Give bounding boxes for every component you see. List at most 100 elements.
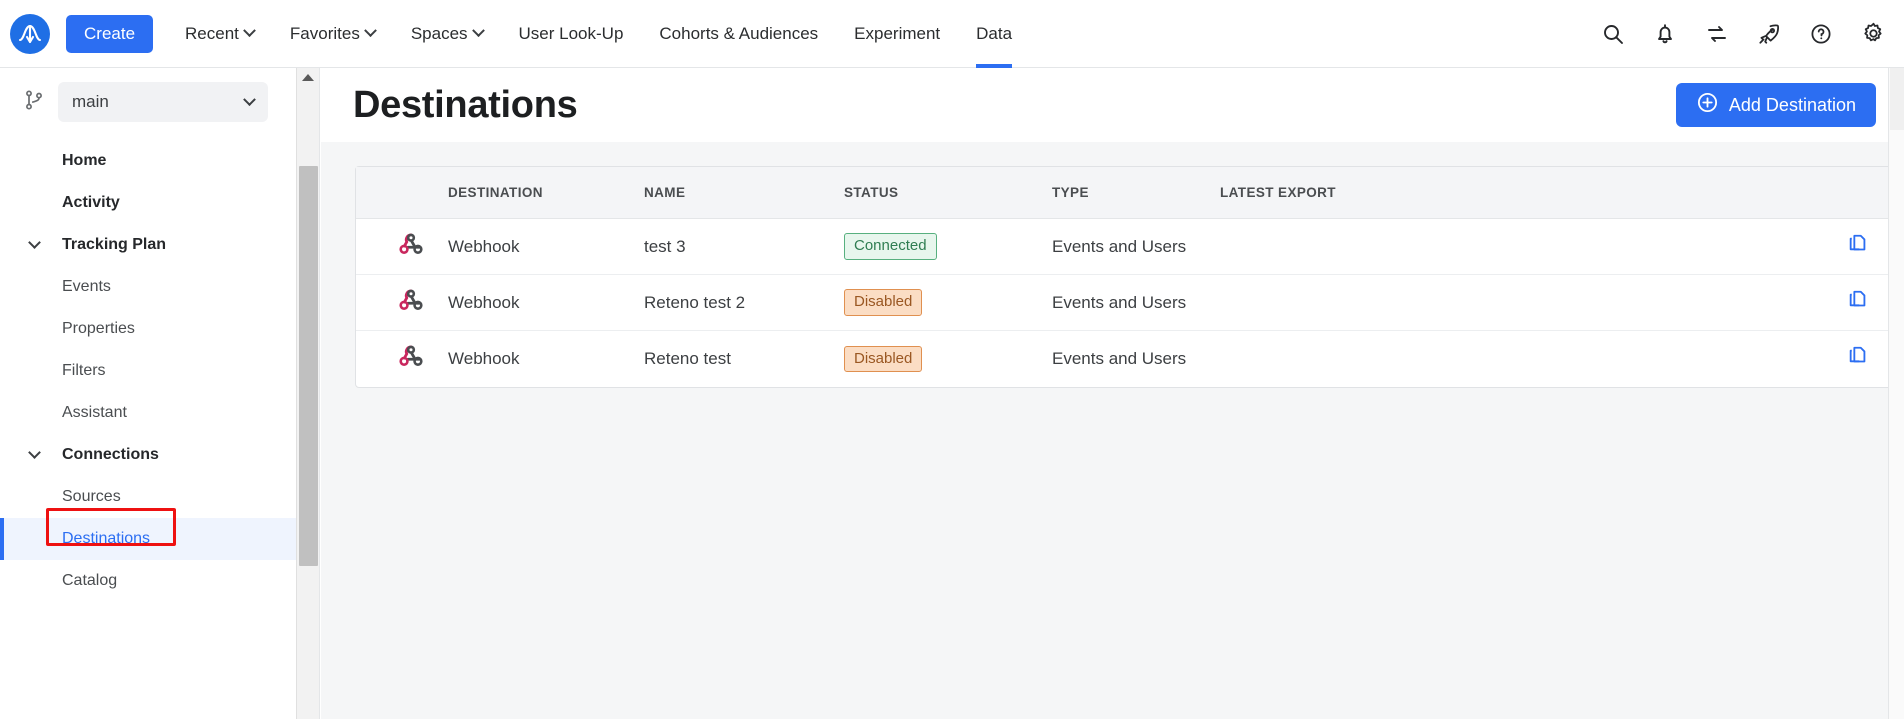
table-header: DESTINATION NAME STATUS TYPE LATEST EXPO… [356,167,1894,219]
nav-item-label: Experiment [854,23,941,43]
add-destination-button[interactable]: Add Destination [1675,83,1876,127]
sidebar-item-label: Activity [62,194,120,211]
sidebar-item-label: Catalog [62,572,118,589]
chevron-down-icon [28,446,41,459]
cell-name: Reteno test 2 [644,274,844,331]
main-scrollbar-thumb[interactable] [1890,68,1904,130]
table-row[interactable]: Webhook Reteno test 2 Disabled Events an… [356,274,1894,331]
sidebar-item-home[interactable]: Home [0,140,319,182]
sidebar-item-label: Filters [62,362,106,379]
add-destination-label: Add Destination [1728,94,1856,115]
column-header-spacer [356,167,448,219]
nav-item-user-look-up[interactable]: User Look-Up [501,0,642,68]
nav-item-label: Favorites [289,23,360,43]
rocket-icon[interactable] [1756,21,1782,47]
column-header-actions [1822,167,1894,219]
cell-name: Reteno test [644,348,731,368]
status-badge: Disabled [844,345,923,372]
cell-type: Events and Users [1052,274,1220,331]
top-nav-icon-group [1600,21,1886,47]
sidebar-item-activity[interactable]: Activity [0,182,319,224]
chevron-down-icon [243,24,256,38]
cell-actions [1822,274,1894,331]
plus-circle-icon [1696,91,1719,119]
main-scrollbar[interactable] [1888,68,1904,719]
sidebar-item-sources[interactable]: Sources [0,476,319,518]
table-body: Webhook test 3 Connected Events and User… [356,218,1894,387]
sidebar-item-label: Home [62,152,107,169]
destinations-table-card: DESTINATION NAME STATUS TYPE LATEST EXPO… [355,166,1895,388]
sidebar-item-filters[interactable]: Filters [0,350,319,392]
cell-actions [1822,331,1894,387]
destinations-table: DESTINATION NAME STATUS TYPE LATEST EXPO… [356,167,1894,387]
sidebar-item-connections[interactable]: Connections [0,434,319,476]
chevron-down-icon [471,24,485,38]
sidebar-item-events[interactable]: Events [0,266,319,308]
cell-type: Events and Users [1052,218,1220,275]
help-icon[interactable] [1808,21,1834,47]
sidebar-scrollbar[interactable] [296,68,319,719]
branch-select[interactable]: main [58,82,268,122]
copy-icon[interactable] [1847,289,1869,311]
nav-item-label: Data [976,23,1013,43]
sidebar-nav-list: Home Activity Tracking Plan Events Prope… [0,140,319,602]
cell-actions [1822,218,1894,275]
table-row[interactable]: Webhook Reteno test Disabled Events and … [356,331,1894,387]
sidebar-item-label: Assistant [62,404,127,421]
column-header-type[interactable]: TYPE [1052,167,1220,219]
nav-item-label: Cohorts & Audiences [659,23,819,43]
sidebar-item-label: Destinations [62,530,151,547]
sidebar-item-label: Tracking Plan [62,236,167,253]
column-header-destination[interactable]: DESTINATION [448,167,644,219]
nav-item-recent[interactable]: Recent [167,0,272,68]
git-branch-icon [22,88,46,117]
cell-destination: Webhook [448,274,644,331]
sidebar-item-label: Sources [62,488,121,505]
sidebar-item-label: Events [62,278,111,295]
bell-icon[interactable] [1652,21,1678,47]
sidebar-item-properties[interactable]: Properties [0,308,319,350]
column-header-latest-export[interactable]: LATEST EXPORT [1220,167,1822,219]
cell-destination: Webhook [448,218,644,275]
scroll-up-arrow-icon[interactable] [302,74,314,81]
cell-latest-export [1220,218,1822,275]
sidebar-scrollbar-thumb[interactable] [299,166,318,566]
nav-item-cohorts-and-audiences[interactable]: Cohorts & Audiences [641,0,836,68]
chevron-down-icon [363,24,377,38]
copy-icon[interactable] [1847,233,1869,255]
column-header-name[interactable]: NAME [644,167,844,219]
create-button[interactable]: Create [66,14,154,53]
sidebar-item-assistant[interactable]: Assistant [0,392,319,434]
nav-item-favorites[interactable]: Favorites [272,0,393,68]
chevron-down-icon [28,236,41,249]
cell-status: Disabled [844,274,1052,331]
primary-nav-items: Recent Favorites Spaces User Look-Up Coh… [167,0,1030,68]
nav-item-experiment[interactable]: Experiment [836,0,958,68]
table-header-row: DESTINATION NAME STATUS TYPE LATEST EXPO… [356,167,1894,219]
webhook-icon [356,274,448,331]
transfer-icon[interactable] [1704,21,1730,47]
nav-item-label: Spaces [410,23,468,43]
nav-item-data[interactable]: Data [958,0,1030,68]
sidebar-item-catalog[interactable]: Catalog [0,560,319,602]
search-icon[interactable] [1600,21,1626,47]
cell-status: Connected [844,218,1052,275]
amplitude-logo[interactable] [10,13,50,54]
gear-icon[interactable] [1860,21,1886,47]
top-navigation-bar: Create Recent Favorites Spaces User Look… [0,0,1904,68]
sidebar-item-label: Connections [62,446,159,463]
table-row[interactable]: Webhook test 3 Connected Events and User… [356,218,1894,275]
sidebar-item-destinations[interactable]: Destinations [0,518,319,560]
main-content: Destinations Add Destination DESTINATION… [321,68,1904,719]
cell-latest-export [1220,274,1822,331]
sidebar-item-tracking-plan[interactable]: Tracking Plan [0,224,319,266]
cell-name: test 3 [644,218,844,275]
webhook-icon [356,331,448,387]
copy-icon[interactable] [1847,345,1869,367]
column-header-status[interactable]: STATUS [844,167,1052,219]
sidebar: main Home Activity Tracking Plan Events … [0,68,320,719]
nav-item-spaces[interactable]: Spaces [393,0,501,68]
cell-latest-export [1220,331,1822,387]
cell-destination: Webhook [448,348,520,368]
branch-select-value: main [72,92,109,111]
